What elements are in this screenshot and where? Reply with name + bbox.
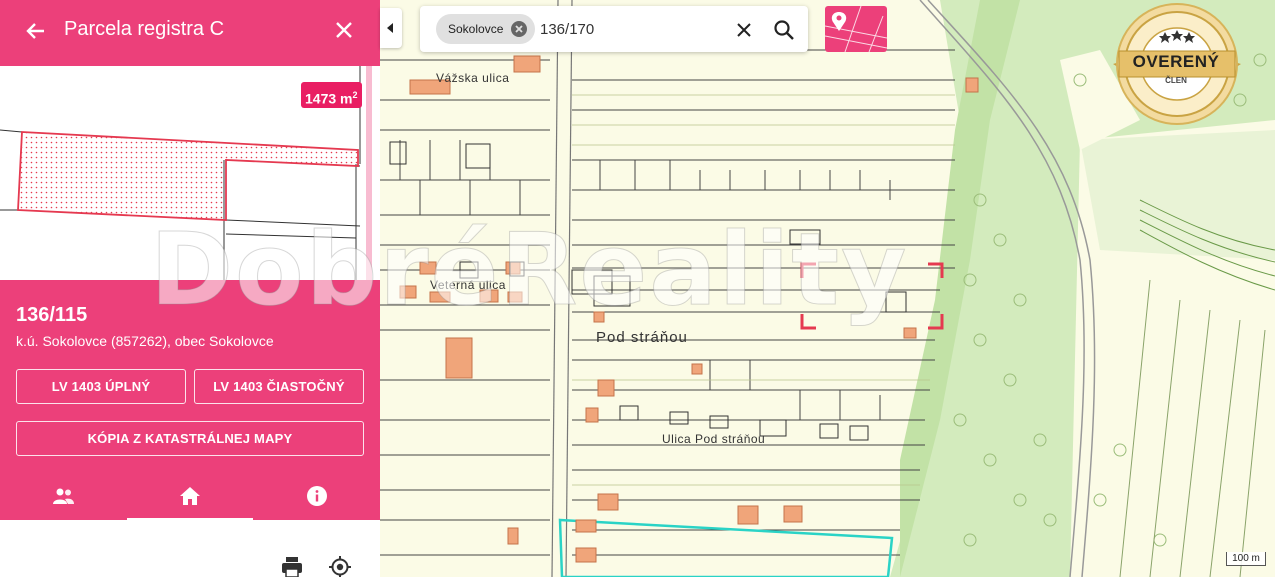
people-icon <box>53 488 74 504</box>
parcel-search-input[interactable] <box>540 16 720 42</box>
parcel-info: 136/115 k.ú. Sokolovce (857262), obec So… <box>0 280 380 521</box>
parcel-panel: Parcela registra C 1473 m2 136/115 k.ú. … <box>0 0 380 577</box>
locality-label-pod-stranou: Pod stráňou <box>596 329 688 346</box>
back-arrow-icon[interactable] <box>22 17 50 45</box>
caret-left-icon <box>387 23 393 33</box>
locate-icon[interactable] <box>328 555 352 577</box>
map-scale: 100 m <box>1226 552 1266 566</box>
panel-tools <box>0 521 380 577</box>
municipality-chip[interactable]: Sokolovce <box>436 14 536 44</box>
street-label-vazska: Vážska ulica <box>436 71 510 85</box>
lv-partial-button[interactable]: LV 1403 ČIASTOČNÝ <box>194 369 364 404</box>
parcel-number: 136/115 <box>16 304 88 326</box>
cadastre-layer-icon <box>825 6 887 52</box>
info-icon <box>307 486 327 506</box>
seal-main-text: OVERENÝ <box>1132 52 1220 71</box>
lv-full-button[interactable]: LV 1403 ÚPLNÝ <box>16 369 186 404</box>
panel-title: Parcela registra C <box>64 18 225 40</box>
cadastral-map-copy-button[interactable]: KÓPIA Z KATASTRÁLNEJ MAPY <box>16 421 364 456</box>
parcel-preview: 1473 m2 <box>0 66 372 280</box>
seal-member-text: ČLEN <box>1165 76 1187 85</box>
tab-home[interactable] <box>127 476 253 516</box>
map-layer-button[interactable] <box>825 6 887 52</box>
home-icon <box>180 487 200 505</box>
panel-header: Parcela registra C <box>0 0 380 66</box>
app: Vážska ulica Veterná ulica Pod stráňou U… <box>0 0 1275 577</box>
area-badge: 1473 m2 <box>301 82 362 108</box>
clear-search-icon[interactable] <box>732 18 756 42</box>
collapse-panel-button[interactable] <box>380 8 402 48</box>
close-icon[interactable] <box>330 16 358 44</box>
search-bar: Sokolovce <box>420 6 808 52</box>
street-label-ulica-pod-stranou: Ulica Pod stráňou <box>662 432 766 446</box>
tab-info[interactable] <box>254 476 380 516</box>
area-unit-exponent: 2 <box>352 90 358 100</box>
parcel-location: k.ú. Sokolovce (857262), obec Sokolovce <box>16 333 274 349</box>
municipality-chip-label: Sokolovce <box>448 22 504 36</box>
print-icon[interactable] <box>280 555 304 577</box>
street-label-veterna: Veterná ulica <box>430 278 506 292</box>
tab-owners[interactable] <box>0 476 126 516</box>
area-value: 1473 m <box>305 90 353 107</box>
search-icon[interactable] <box>772 18 796 42</box>
chip-remove-icon[interactable] <box>511 21 528 37</box>
